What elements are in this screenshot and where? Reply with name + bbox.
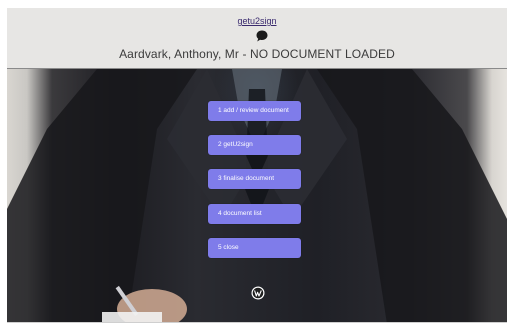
header: getu2sign Aardvark, Anthony, Mr - NO DOC… [7,8,507,68]
menu-document-list-button[interactable]: 4 document list [208,204,301,224]
menu-add-review-document-button[interactable]: 1 add / review document [208,101,301,121]
footer-divider [7,322,507,323]
wordpress-icon[interactable] [251,286,265,300]
menu-getu2sign-button[interactable]: 2 getU2sign [208,135,301,155]
page-title: Aardvark, Anthony, Mr - NO DOCUMENT LOAD… [119,47,395,61]
brand-link[interactable]: getu2sign [7,16,507,26]
speech-bubble-icon [256,30,268,42]
menu-close-button[interactable]: 5 close [208,238,301,258]
app-page: getu2sign Aardvark, Anthony, Mr - NO DOC… [0,0,510,330]
main-stage: 1 add / review document 2 getU2sign 3 fi… [7,68,507,323]
menu-finalise-document-button[interactable]: 3 finalise document [208,169,301,189]
